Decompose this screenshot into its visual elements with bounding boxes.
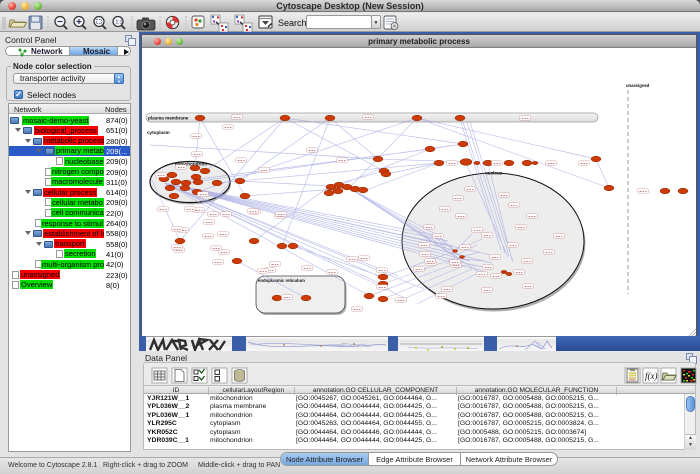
svg-text:1:1: 1:1 [116,20,123,26]
svg-text:f(x): f(x) [645,371,658,381]
svg-text:unassigned: unassigned [626,83,650,88]
svg-text:plasma membrane: plasma membrane [148,116,189,121]
svg-text:nucleus: nucleus [485,171,503,176]
svg-text:endoplasmic reticulum: endoplasmic reticulum [258,278,305,283]
svg-text:cytoplasm: cytoplasm [147,130,170,135]
